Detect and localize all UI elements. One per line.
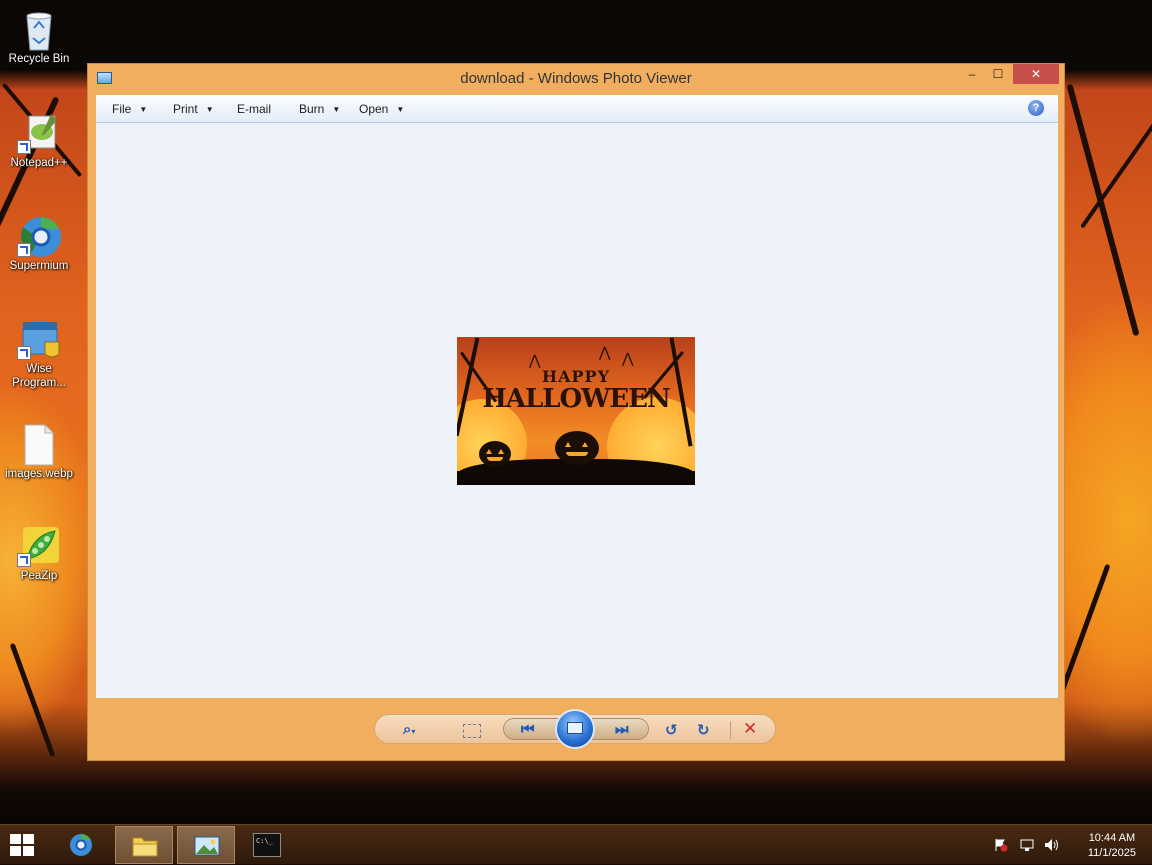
start-button[interactable] — [10, 834, 36, 856]
action-center-flag-icon[interactable] — [994, 838, 1008, 855]
next-button[interactable]: ⏭ — [615, 721, 629, 738]
menu-print[interactable]: Print ▼ — [173, 102, 214, 116]
desktop-icon-label: PeaZip — [20, 570, 58, 582]
delete-button[interactable]: ✕ — [743, 719, 757, 739]
desktop-icon-label: Recycle Bin — [8, 53, 70, 65]
close-button[interactable]: ✕ — [1013, 64, 1059, 84]
recycle-bin-icon — [19, 8, 59, 51]
desktop-icon-peazip[interactable]: PeaZip — [0, 525, 78, 583]
taskbar: C:\_ 10:44 AM 11/1/2025 — [0, 824, 1152, 864]
halloween-text-line2: HALLOWEEN — [482, 384, 671, 414]
shortcut-arrow-icon — [17, 346, 31, 360]
displayed-image: ⋀ ⋀ ⋀ HAPPY HALLOWEEN — [457, 337, 695, 485]
menu-label: Print — [173, 102, 198, 116]
menu-bar: File ▼ Print ▼ E-mail Burn ▼ Open ▼ ? — [96, 95, 1058, 123]
notepad-plus-plus-icon — [17, 112, 59, 154]
volume-icon[interactable] — [1044, 838, 1060, 855]
menu-burn[interactable]: Burn ▼ — [299, 102, 340, 116]
taskbar-command-prompt[interactable]: C:\_ — [238, 826, 296, 864]
clock-time: 10:44 AM — [1088, 832, 1136, 844]
photo-viewer-icon — [194, 836, 220, 856]
title-bar[interactable]: download - Windows Photo Viewer – ☐ ✕ — [88, 64, 1064, 94]
shortcut-arrow-icon — [17, 140, 31, 154]
file-icon — [19, 423, 59, 466]
dropdown-arrow-icon: ▼ — [205, 105, 214, 114]
desktop-icon-images-webp[interactable]: images.webp — [0, 423, 78, 481]
network-icon[interactable] — [1020, 838, 1034, 855]
peazip-icon — [17, 525, 59, 567]
pumpkin-mouth — [487, 457, 503, 461]
desktop-icon-label: Supermium — [9, 260, 69, 272]
pumpkin-icon — [555, 431, 599, 465]
taskbar-photo-viewer[interactable] — [177, 826, 235, 864]
menu-file[interactable]: File ▼ — [112, 102, 147, 116]
shortcut-arrow-icon — [17, 243, 31, 257]
pumpkin-eye — [498, 449, 504, 454]
command-prompt-icon: C:\_ — [253, 833, 281, 857]
window-title: download - Windows Photo Viewer — [460, 70, 692, 87]
desktop-icon-supermium[interactable]: Supermium — [0, 215, 78, 273]
system-tray: 10:44 AM 11/1/2025 — [992, 825, 1152, 865]
pumpkin-icon — [479, 441, 511, 467]
rotate-clockwise-button[interactable]: ↻ — [697, 721, 710, 739]
pumpkin-mouth — [566, 452, 588, 456]
image-view-area[interactable]: ⋀ ⋀ ⋀ HAPPY HALLOWEEN — [96, 123, 1058, 698]
minimize-button[interactable]: – — [959, 64, 985, 84]
windows-logo-icon — [10, 846, 21, 856]
menu-label: Open — [359, 102, 389, 116]
pumpkin-eye — [486, 449, 492, 454]
viewer-toolbar: ⌕▾ ⏮ ⏭ ↺ ↻ ✕ — [374, 709, 776, 749]
taskbar-file-explorer[interactable] — [115, 826, 173, 864]
slideshow-button[interactable] — [555, 709, 595, 749]
rotate-counterclockwise-button[interactable]: ↺ — [665, 721, 678, 739]
supermium-browser-icon — [17, 215, 61, 257]
dropdown-arrow-icon: ▼ — [396, 105, 405, 114]
windows-logo-icon — [23, 834, 34, 844]
wallpaper-branch — [1066, 83, 1140, 337]
supermium-browser-icon — [70, 833, 92, 856]
wallpaper-branch — [9, 642, 56, 758]
dropdown-arrow-icon: ▼ — [332, 105, 341, 114]
menu-label: Burn — [299, 102, 325, 116]
dropdown-arrow-icon: ▼ — [139, 105, 148, 114]
desktop-icon-label: Notepad++ — [10, 157, 68, 169]
help-icon[interactable]: ? — [1028, 100, 1044, 116]
clock[interactable]: 10:44 AM 11/1/2025 — [1088, 831, 1136, 861]
menu-label: File — [112, 102, 132, 116]
actual-size-button[interactable] — [463, 724, 481, 738]
bat-icon: ⋀ — [622, 350, 634, 366]
zoom-button[interactable]: ⌕▾ — [403, 721, 415, 738]
shortcut-arrow-icon — [17, 553, 31, 567]
desktop-icon-wise-program-uninstaller[interactable]: Wise Program... — [0, 318, 78, 390]
pumpkin-eye — [565, 442, 571, 447]
desktop-icon-recycle-bin[interactable]: Recycle Bin — [0, 8, 78, 66]
windows-logo-icon — [23, 846, 34, 856]
menu-email[interactable]: E-mail — [237, 102, 271, 116]
wise-program-uninstaller-icon — [17, 318, 60, 360]
toolbar-divider — [730, 721, 731, 739]
desktop-icon-label: Wise Program... — [12, 363, 66, 389]
halloween-text: HAPPY HALLOWEEN — [457, 367, 695, 414]
chevron-down-icon: ▾ — [411, 727, 416, 736]
photo-viewer-window: download - Windows Photo Viewer – ☐ ✕ Fi… — [87, 63, 1065, 761]
bat-icon: ⋀ — [599, 344, 611, 360]
desktop-icon-notepad-plus-plus[interactable]: Notepad++ — [0, 112, 78, 170]
folder-icon — [132, 837, 158, 857]
maximize-button[interactable]: ☐ — [985, 64, 1011, 84]
menu-label: E-mail — [237, 102, 272, 116]
pumpkin-eye — [582, 442, 588, 447]
slideshow-icon — [567, 722, 583, 734]
ground-silhouette — [457, 471, 695, 485]
windows-logo-icon — [10, 834, 21, 844]
bat-icon: ⋀ — [529, 352, 541, 368]
clock-date: 11/1/2025 — [1087, 847, 1136, 859]
previous-button[interactable]: ⏮ — [521, 721, 535, 738]
menu-open[interactable]: Open ▼ — [359, 102, 404, 116]
desktop-icon-label: images.webp — [5, 468, 73, 480]
taskbar-supermium[interactable] — [52, 826, 110, 864]
